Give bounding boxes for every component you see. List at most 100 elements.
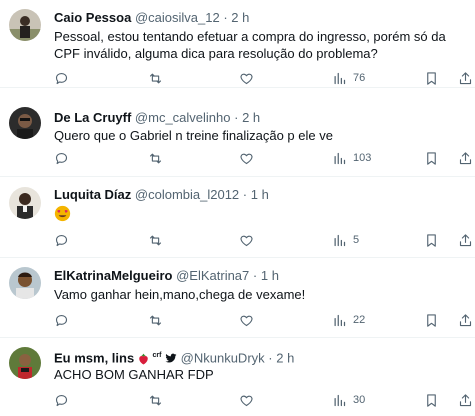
tweet[interactable]: De La Cruyff @mc_calvelinho · 2 h Quero …: [0, 88, 475, 177]
bookmark-button[interactable]: [424, 150, 439, 166]
views-count: 30: [353, 394, 366, 406]
retweet-button[interactable]: [148, 232, 163, 248]
tweet[interactable]: Caio Pessoa @caiosilva_12 · 2 h Pessoal,…: [0, 0, 475, 88]
views-button[interactable]: 103: [332, 150, 371, 166]
views-button[interactable]: 5: [332, 232, 359, 248]
separator: ·: [242, 187, 248, 202]
display-name[interactable]: De La Cruyff: [54, 110, 131, 125]
retweet-icon: [149, 315, 162, 325]
views-chart-icon: [334, 72, 346, 84]
tweet-text: Pessoal, estou tentando efetuar a compra…: [54, 29, 446, 61]
tweet[interactable]: Eu msm, lins crf @NkunkuDryk · 2 h ACHO …: [0, 338, 475, 416]
handle[interactable]: @caiosilva_12: [135, 10, 220, 25]
tweet-actions: 76: [54, 70, 474, 86]
like-button[interactable]: [239, 232, 254, 248]
reply-button[interactable]: [54, 312, 69, 328]
bookmark-button[interactable]: [424, 392, 439, 408]
like-button[interactable]: [239, 70, 254, 86]
reply-icon: [55, 394, 68, 406]
tweet-text: Quero que o Gabriel n treine finalização…: [54, 128, 333, 143]
tweet-header: Eu msm, lins crf @NkunkuDryk · 2 h: [54, 348, 294, 366]
share-button[interactable]: [458, 312, 473, 328]
retweet-button[interactable]: [148, 70, 163, 86]
heart-icon: [240, 395, 253, 406]
tweet-header: Caio Pessoa @caiosilva_12 · 2 h: [54, 10, 249, 26]
views-chart-icon: [334, 314, 346, 326]
like-button[interactable]: [239, 312, 254, 328]
retweet-icon: [149, 73, 162, 83]
bookmark-button[interactable]: [424, 70, 439, 86]
avatar[interactable]: [9, 187, 41, 219]
tweet[interactable]: ElKatrinaMelgueiro @ElKatrina7 · 1 h Vam…: [0, 258, 475, 338]
separator: ·: [252, 268, 258, 283]
bookmark-icon: [427, 393, 436, 407]
reply-icon: [55, 314, 68, 326]
views-chart-icon: [334, 394, 346, 406]
heart-icon: [240, 315, 253, 326]
views-count: 103: [353, 152, 372, 164]
bookmark-icon: [427, 313, 436, 327]
heart-icon: [240, 153, 253, 164]
share-button[interactable]: [458, 392, 473, 408]
reply-icon: [55, 72, 68, 84]
share-button[interactable]: [458, 232, 473, 248]
share-icon: [459, 71, 472, 84]
display-name[interactable]: Caio Pessoa: [54, 10, 131, 25]
separator: ·: [223, 10, 228, 25]
avatar[interactable]: [9, 9, 41, 41]
timestamp[interactable]: 2 h: [242, 110, 260, 125]
reply-button[interactable]: [54, 70, 69, 86]
avatar[interactable]: [9, 267, 41, 299]
strawberry-icon: [139, 353, 148, 365]
bookmark-button[interactable]: [424, 232, 439, 248]
views-count: 76: [353, 72, 366, 84]
views-chart-icon: [334, 152, 346, 164]
handle[interactable]: @ElKatrina7: [176, 268, 249, 283]
tweet-actions: 22: [54, 312, 474, 328]
crf-text-icon: crf: [152, 352, 162, 359]
tweet-text: [54, 205, 464, 226]
tweet-actions: 103: [54, 150, 474, 166]
like-button[interactable]: [239, 150, 254, 166]
heart-icon: [240, 235, 253, 246]
retweet-icon: [149, 153, 162, 163]
handle[interactable]: @NkunkuDryk: [181, 350, 265, 365]
reply-button[interactable]: [54, 392, 69, 408]
reply-button[interactable]: [54, 150, 69, 166]
handle[interactable]: @colombia_l2012: [135, 187, 239, 202]
bookmark-icon: [427, 71, 436, 85]
like-button[interactable]: [239, 392, 254, 408]
timestamp[interactable]: 2 h: [231, 10, 249, 25]
views-button[interactable]: 22: [332, 312, 365, 328]
bookmark-button[interactable]: [424, 312, 439, 328]
retweet-button[interactable]: [148, 392, 163, 408]
tweet[interactable]: Luquita Díaz @colombia_l2012 · 1 h 5: [0, 177, 475, 258]
views-chart-icon: [334, 234, 346, 246]
views-count: 5: [353, 234, 360, 246]
tweet-header: ElKatrinaMelgueiro @ElKatrina7 · 1 h: [54, 268, 279, 284]
share-button[interactable]: [458, 70, 473, 86]
avatar[interactable]: [9, 347, 41, 379]
avatar[interactable]: [9, 107, 41, 139]
share-icon: [459, 233, 472, 246]
share-icon: [459, 151, 472, 164]
display-name[interactable]: ElKatrinaMelgueiro: [54, 268, 172, 283]
retweet-button[interactable]: [148, 312, 163, 328]
timestamp[interactable]: 2 h: [276, 350, 294, 365]
timestamp[interactable]: 1 h: [251, 187, 269, 202]
views-button[interactable]: 30: [332, 392, 365, 408]
bookmark-icon: [427, 151, 436, 165]
display-name[interactable]: Eu msm, lins: [54, 350, 134, 365]
share-icon: [459, 393, 472, 406]
display-name[interactable]: Luquita Díaz: [54, 187, 131, 202]
share-button[interactable]: [458, 150, 473, 166]
bookmark-icon: [427, 233, 436, 247]
separator: ·: [234, 110, 239, 125]
reply-button[interactable]: [54, 232, 69, 248]
handle[interactable]: @mc_calvelinho: [135, 110, 231, 125]
views-button[interactable]: 76: [332, 70, 365, 86]
retweet-button[interactable]: [148, 150, 163, 166]
tweet-actions: 5: [54, 232, 474, 248]
timestamp[interactable]: 1 h: [261, 268, 279, 283]
tweet-actions: 30: [54, 392, 474, 408]
